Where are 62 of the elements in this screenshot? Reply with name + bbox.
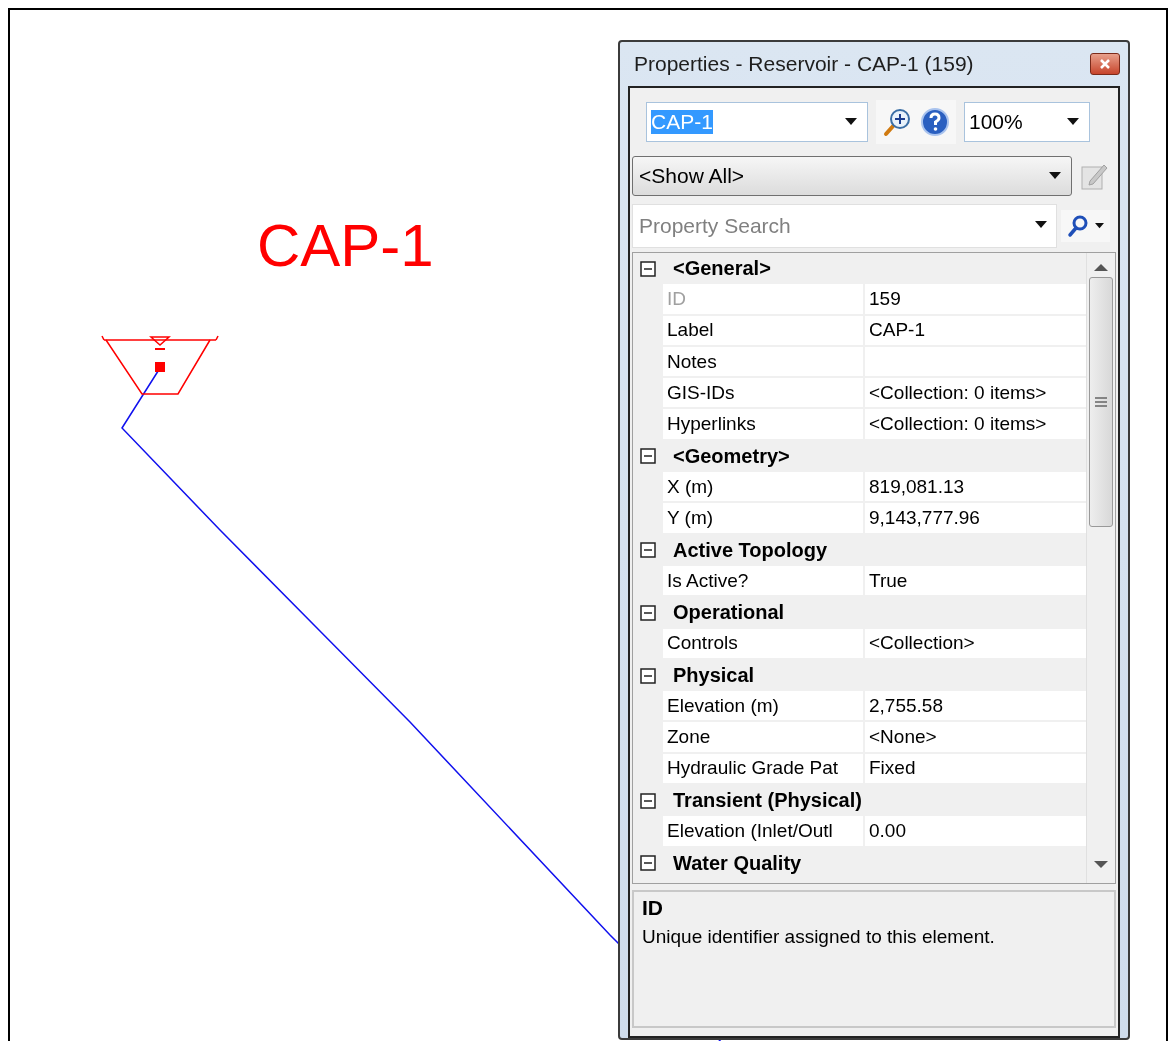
- dropdown-caret-icon[interactable]: [1067, 118, 1079, 126]
- category-header[interactable]: Operational: [663, 597, 785, 629]
- dropdown-caret-icon[interactable]: [1049, 172, 1061, 180]
- property-value[interactable]: 819,081.13: [865, 472, 1086, 504]
- dropdown-caret-icon[interactable]: [1035, 221, 1047, 229]
- window-title: Properties - Reservoir - CAP-1 (159): [633, 52, 974, 76]
- property-value[interactable]: Fixed: [865, 753, 1086, 786]
- collapse-icon[interactable]: [640, 855, 656, 872]
- filter-dropdown[interactable]: <Show All>: [632, 156, 1072, 196]
- property-value[interactable]: <Collection>: [865, 628, 1086, 660]
- dropdown-caret-icon[interactable]: [1095, 223, 1104, 229]
- collapse-icon[interactable]: [640, 542, 656, 559]
- property-name: Controls: [663, 628, 865, 660]
- property-value[interactable]: CAP-1: [865, 315, 1086, 347]
- property-name: Hyperlinks: [663, 409, 865, 441]
- property-name: Elevation (Inlet/Outl: [663, 816, 865, 848]
- close-icon: [1100, 59, 1110, 69]
- category-header[interactable]: Transient (Physical): [663, 785, 862, 817]
- property-value[interactable]: 2,755.58: [865, 691, 1086, 723]
- property-value[interactable]: 0.00: [865, 816, 1086, 848]
- search-icon: [1067, 214, 1089, 238]
- category-header[interactable]: Water Quality: [663, 847, 802, 879]
- dropdown-caret-icon[interactable]: [845, 118, 857, 126]
- property-name: Label: [663, 315, 865, 347]
- scroll-thumb[interactable]: [1089, 277, 1113, 527]
- property-name: Y (m): [663, 503, 865, 535]
- zoom-in-icon[interactable]: [882, 107, 912, 137]
- property-value[interactable]: <Collection: 0 items>: [865, 378, 1086, 410]
- property-name: ID: [663, 284, 865, 316]
- element-label: CAP-1: [257, 216, 434, 276]
- property-name: X (m): [663, 472, 865, 504]
- property-name: Elevation (m): [663, 691, 865, 723]
- category-header[interactable]: <General>: [663, 253, 771, 285]
- property-name: Hydraulic Grade Pat: [663, 753, 865, 786]
- collapse-icon[interactable]: [640, 792, 656, 809]
- scroll-down-icon[interactable]: [1094, 859, 1108, 869]
- search-button[interactable]: [1061, 210, 1110, 242]
- property-search-field[interactable]: Property Search: [632, 204, 1057, 248]
- category-header[interactable]: Physical: [663, 659, 755, 692]
- scrollbar[interactable]: [1086, 253, 1115, 883]
- property-name: Zone: [663, 722, 865, 754]
- help-icon[interactable]: [920, 107, 950, 137]
- property-value[interactable]: True: [865, 565, 1086, 598]
- category-header[interactable]: Active Topology: [663, 534, 828, 566]
- collapse-icon[interactable]: [640, 667, 656, 684]
- property-name: Notes: [663, 346, 865, 379]
- property-name: GIS-IDs: [663, 378, 865, 410]
- property-value[interactable]: <Collection: 0 items>: [865, 409, 1086, 441]
- description-title: ID: [642, 896, 664, 920]
- collapse-icon[interactable]: [640, 604, 656, 621]
- grip-icon: [1095, 397, 1107, 407]
- collapse-icon[interactable]: [640, 448, 656, 465]
- property-value-field[interactable]: [865, 346, 1086, 379]
- category-header[interactable]: <Geometry>: [663, 440, 790, 473]
- property-value[interactable]: 9,143,777.96: [865, 503, 1086, 535]
- description-text: Unique identifier assigned to this element.: [642, 926, 996, 948]
- property-name: Is Active?: [663, 565, 865, 598]
- zoom-selector[interactable]: 100%: [964, 102, 1090, 142]
- scroll-up-icon[interactable]: [1094, 263, 1108, 273]
- close-button[interactable]: [1090, 53, 1120, 75]
- collapse-icon[interactable]: [640, 260, 656, 277]
- property-value[interactable]: <None>: [865, 722, 1086, 754]
